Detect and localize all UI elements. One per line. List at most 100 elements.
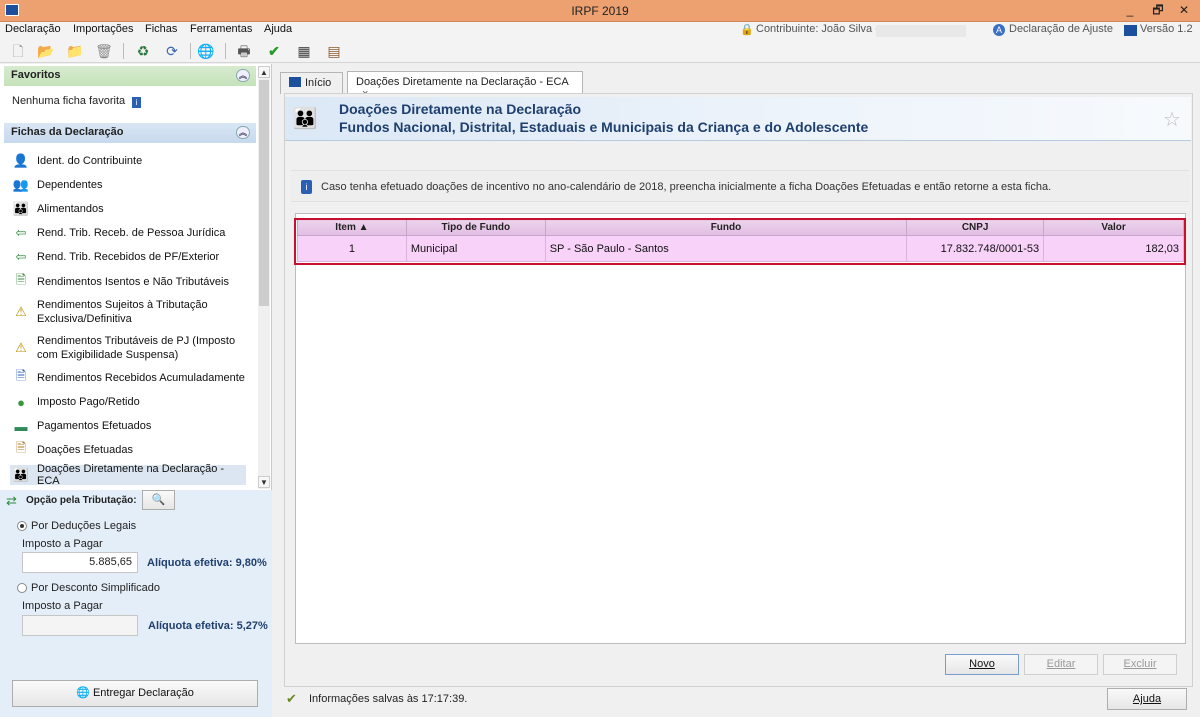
- fichas-header[interactable]: Fichas da Declaração ︽: [4, 123, 256, 143]
- doc-check-icon: 🗎: [15, 272, 27, 287]
- selection-highlight: [294, 218, 1186, 265]
- menu-ferramentas[interactable]: Ferramentas: [190, 23, 252, 35]
- print-icon[interactable]: 🖶: [235, 42, 253, 60]
- dependents-icon: 👥: [12, 177, 30, 192]
- lock-icon: 🔒: [740, 24, 754, 36]
- sidebar-item-isentos[interactable]: 🗎 Rendimentos Isentos e Não Tributáveis: [12, 272, 252, 291]
- person-icon: 👤: [12, 153, 30, 168]
- scroll-thumb[interactable]: [259, 80, 269, 306]
- sidebar-item-eca[interactable]: 👪 Doações Diretamente na Declaração - ECA: [10, 463, 246, 487]
- import-icon[interactable]: ⟳: [163, 42, 181, 60]
- deducoes-label: Por Deduções Legais: [31, 520, 137, 532]
- money-warning-icon: ⚠: [15, 340, 27, 355]
- imposto-field: 5.885,65: [22, 552, 138, 573]
- home-icon: [289, 77, 301, 87]
- sidebar-item-imposto-pago[interactable]: ● Imposto Pago/Retido: [12, 393, 252, 411]
- close-button[interactable]: ✕: [1172, 2, 1196, 19]
- new-doc-icon[interactable]: 🗋: [9, 42, 27, 60]
- simplificado-label: Por Desconto Simplificado: [31, 582, 161, 594]
- trash-icon[interactable]: 🗑: [95, 42, 113, 60]
- ajuda-button[interactable]: Ajuda: [1107, 688, 1187, 710]
- eca-icon: 👪: [292, 108, 318, 130]
- menu-importacoes[interactable]: Importações: [73, 23, 134, 35]
- redacted-cpf: [876, 25, 966, 37]
- sidebar-item-label: Doações Diretamente na Declaração - ECA: [37, 463, 225, 487]
- version-label[interactable]: Versão 1.2: [1140, 23, 1193, 35]
- coin-hand-icon: ●: [17, 394, 25, 410]
- sidebar-item-ident[interactable]: 👤 Ident. do Contribuinte: [12, 152, 252, 170]
- sidebar-item-doacoes[interactable]: 🗎 Doações Efetuadas: [12, 440, 252, 459]
- money-arrow-icon: ⇦: [15, 249, 27, 264]
- search-icon: 🔍: [151, 494, 166, 506]
- menu-declaracao[interactable]: Declaração: [5, 23, 61, 35]
- imposto-field-2: [22, 615, 138, 636]
- calculator-icon[interactable]: ▦: [295, 42, 313, 60]
- tab-label: Início: [305, 77, 332, 89]
- restore-button[interactable]: 🗗: [1146, 2, 1170, 19]
- menu-fichas[interactable]: Fichas: [145, 23, 177, 35]
- simplificado-radio[interactable]: [17, 583, 27, 593]
- info-message: i Caso tenha efetuado doações de incenti…: [291, 170, 1189, 202]
- version-icon: [1124, 25, 1137, 36]
- tab-eca[interactable]: Doações Diretamente na Declaração - ECA …: [347, 71, 583, 100]
- info-icon: i: [301, 180, 312, 194]
- arrows-icon: ⇄: [6, 493, 17, 508]
- search-button[interactable]: 🔍: [142, 490, 175, 510]
- sidebar-item-suspensa[interactable]: ⚠ Rendimentos Tributáveis de PJ (Imposto …: [12, 333, 252, 363]
- entregar-button[interactable]: 🌐 Entregar Declaração: [12, 680, 258, 707]
- aliquota-simplificado: Alíquota efetiva: 5,27%: [148, 620, 268, 632]
- favoritos-header[interactable]: Favoritos ︽: [4, 66, 256, 86]
- table-container: [295, 213, 1186, 644]
- scroll-up-arrow[interactable]: ▲: [258, 66, 270, 78]
- scroll-down-arrow[interactable]: ▼: [258, 476, 270, 488]
- sidebar-item-acumuladamente[interactable]: 🗎 Rendimentos Recebidos Acumuladamente: [12, 368, 252, 387]
- imposto-label-2: Imposto a Pagar: [22, 600, 103, 612]
- sidebar-item-label: Rend. Trib. Recebidos de PF/Exterior: [37, 251, 220, 263]
- editar-button[interactable]: Editar: [1024, 654, 1098, 675]
- sidebar-item-label: Ident. do Contribuinte: [37, 155, 143, 167]
- page-title: Doações Diretamente na Declaração: [339, 101, 581, 117]
- donation-doc-icon: 🗎: [15, 440, 27, 455]
- deducoes-radio[interactable]: [17, 521, 27, 531]
- saved-check-icon: ✔: [286, 691, 297, 706]
- bookmark-icon: i: [132, 97, 142, 108]
- sidebar-item-label: Rendimentos Sujeitos à Tributação Exclus…: [37, 299, 208, 325]
- info-text: Caso tenha efetuado doações de incentivo…: [321, 181, 1052, 193]
- star-icon[interactable]: ☆: [1163, 107, 1181, 132]
- excluir-button[interactable]: Excluir: [1103, 654, 1177, 675]
- check-icon[interactable]: ✔: [265, 42, 283, 60]
- favoritos-empty-label: Nenhuma ficha favorita: [12, 95, 126, 107]
- recycle-icon[interactable]: ♻: [134, 42, 152, 60]
- sidebar-item-exclusiva[interactable]: ⚠ Rendimentos Sujeitos à Tributação Exclu…: [12, 297, 252, 327]
- folder-icon[interactable]: 📁: [66, 42, 84, 60]
- menu-ajuda[interactable]: Ajuda: [264, 23, 292, 35]
- entregar-label: Entregar Declaração: [92, 687, 194, 699]
- chevron-up-icon[interactable]: ︽: [236, 69, 250, 82]
- sidebar-item-pagamentos[interactable]: ▬ Pagamentos Efetuados: [12, 417, 252, 435]
- money-arrow-icon: ⇦: [15, 225, 27, 240]
- sidebar-item-label: Rendimentos Isentos e Não Tributáveis: [37, 276, 229, 288]
- novo-button[interactable]: Novo: [945, 654, 1019, 675]
- sidebar-item-rend-pj[interactable]: ⇦ Rend. Trib. Receb. de Pessoa Jurídica: [12, 224, 252, 242]
- declaration-type-icon: A: [993, 24, 1005, 36]
- toolbar: 🗋 📂 📁 🗑 ♻ ⟳ 🌐 🖶 ✔ ▦ ▤: [0, 39, 1200, 63]
- sidebar-item-rend-pf[interactable]: ⇦ Rend. Trib. Recebidos de PF/Exterior: [12, 248, 252, 266]
- sidebar-item-dependentes[interactable]: 👥 Dependentes: [12, 176, 252, 194]
- doc-warning-icon: ⚠: [15, 304, 27, 319]
- doc-clock-icon: 🗎: [15, 368, 27, 383]
- favoritos-title: Favoritos: [11, 69, 61, 81]
- minimize-button[interactable]: _: [1118, 2, 1142, 19]
- book-icon[interactable]: ▤: [325, 42, 343, 60]
- favoritos-empty: Nenhuma ficha favorita i: [12, 95, 142, 108]
- chevron-up-icon[interactable]: ︽: [236, 126, 250, 139]
- globe-icon[interactable]: 🌐: [197, 42, 215, 60]
- title-bar: IRPF 2019 _ 🗗 ✕: [0, 0, 1200, 22]
- declaration-type-label[interactable]: Declaração de Ajuste: [1009, 23, 1113, 35]
- sidebar-item-label: Imposto Pago/Retido: [37, 396, 140, 408]
- menu-bar: Declaração Importações Fichas Ferramenta…: [0, 22, 1200, 39]
- open-folder-icon[interactable]: 📂: [37, 42, 55, 60]
- tab-inicio[interactable]: Início: [280, 72, 343, 94]
- sidebar-item-alimentandos[interactable]: 👪 Alimentandos: [12, 200, 252, 218]
- sidebar-scrollbar[interactable]: ▲ ▼: [258, 66, 270, 489]
- sidebar-item-label: Rendimentos Recebidos Acumuladamente: [37, 372, 245, 384]
